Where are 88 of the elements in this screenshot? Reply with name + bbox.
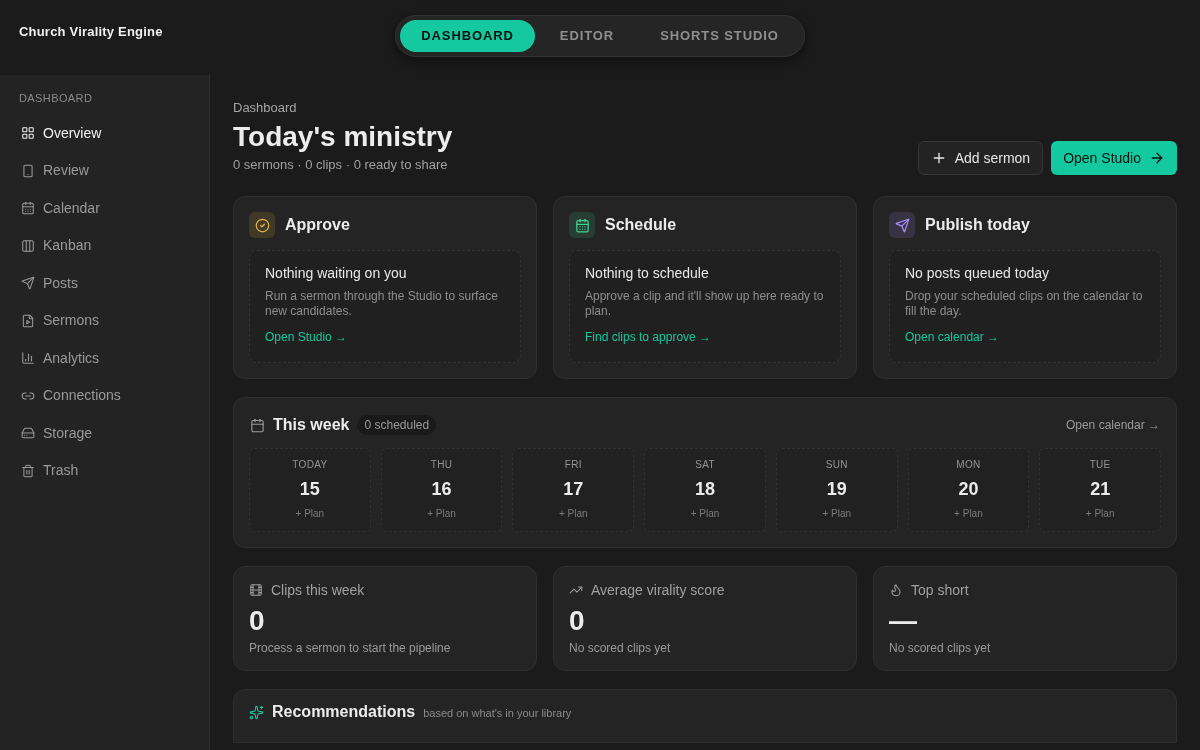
stat-label: Clips this week (271, 581, 365, 599)
card-title: Publish today (925, 215, 1030, 235)
day-tile[interactable]: SUN 19 + Plan (775, 448, 898, 532)
phone-icon (21, 163, 35, 178)
sidebar-item[interactable]: Kanban (0, 227, 209, 265)
calendar-icon (250, 417, 265, 433)
day-label: TODAY (292, 459, 328, 471)
plan-link[interactable]: + Plan (427, 508, 456, 520)
film-icon (249, 583, 263, 597)
sidebar-item[interactable]: Trash (0, 452, 209, 490)
sparkles-icon (249, 704, 264, 720)
nav-tab[interactable]: EDITOR (538, 19, 636, 52)
calendar-icon (21, 201, 35, 216)
stat-value: — (889, 604, 918, 638)
plan-link[interactable]: + Plan (295, 508, 325, 520)
day-tile[interactable]: THU 16 + Plan (380, 448, 503, 532)
empty-state-link[interactable]: Open Studio → (265, 329, 348, 345)
open-studio-button[interactable]: Open Studio (1051, 141, 1177, 175)
card-title: Schedule (605, 215, 677, 235)
sidebar-item[interactable]: Review (0, 152, 209, 190)
grid-icon (21, 126, 35, 141)
plan-link[interactable]: + Plan (954, 508, 983, 520)
day-date: 19 (826, 478, 847, 500)
stat-label: Top short (911, 581, 969, 599)
day-date: 17 (563, 478, 584, 500)
sidebar-item[interactable]: Analytics (0, 339, 209, 377)
day-label: THU (430, 459, 453, 471)
empty-state-title: No posts queued today (905, 264, 1050, 282)
sidebar-item[interactable]: Storage (0, 414, 209, 452)
sidebar-item[interactable]: Posts (0, 264, 209, 302)
stat-value: 0 (249, 604, 266, 638)
sidebar-item[interactable]: Connections (0, 377, 209, 415)
week-title: This week (273, 415, 350, 435)
day-tile[interactable]: TODAY 15 + Plan (249, 448, 371, 532)
bar-chart-icon (21, 351, 35, 366)
plan-link[interactable]: + Plan (1085, 508, 1115, 520)
stat-value: 0 (569, 604, 586, 638)
empty-state-title: Nothing waiting on you (265, 264, 408, 282)
day-date: 16 (431, 478, 452, 500)
empty-state-link[interactable]: Open calendar → (905, 329, 1000, 345)
trash-icon (21, 463, 35, 478)
add-sermon-button[interactable]: Add sermon (917, 141, 1044, 175)
empty-state-title: Nothing to schedule (585, 264, 710, 282)
sidebar-item[interactable]: Overview (0, 114, 209, 152)
sidebar-item[interactable]: Calendar (0, 189, 209, 227)
sidebar-item[interactable]: Sermons (0, 302, 209, 340)
app-title: Church Virality Engine (19, 23, 163, 41)
day-label: FRI (564, 459, 582, 471)
arrow-right-icon (1149, 150, 1165, 166)
day-tile[interactable]: TUE 21 + Plan (1039, 448, 1161, 532)
day-label: TUE (1089, 459, 1111, 471)
plan-link[interactable]: + Plan (558, 508, 588, 520)
day-date: 18 (694, 478, 715, 500)
page-title: Today's ministry (233, 120, 453, 154)
day-date: 15 (299, 478, 320, 500)
scheduled-count-badge: 0 scheduled (357, 415, 437, 435)
sidebar-section-label: DASHBOARD (18, 91, 94, 106)
columns-icon (21, 238, 35, 253)
nav-tab[interactable]: SHORTS STUDIO (639, 19, 800, 52)
stat-note: No scored clips yet (889, 640, 992, 656)
empty-state-text: Approve a clip and it'll show up here ready to plan. (585, 289, 825, 319)
empty-state-text: Drop your scheduled clips on the calendar to fill the day. (905, 289, 1144, 319)
paper-plane-icon (21, 276, 35, 291)
flame-icon (889, 583, 903, 597)
recommendations-subtitle: based on what's in your library (423, 706, 572, 720)
day-label: SUN (825, 459, 848, 471)
recommendations-title: Recommendations (272, 702, 416, 722)
page-subtitle: 0 sermons · 0 clips · 0 ready to share (233, 156, 449, 174)
file-play-icon (21, 313, 35, 328)
day-label: SAT (695, 459, 715, 471)
plan-link[interactable]: + Plan (690, 508, 720, 520)
day-date: 20 (958, 478, 979, 500)
stat-note: No scored clips yet (569, 640, 672, 656)
empty-state-text: Run a sermon through the Studio to surface new candidates. (265, 289, 499, 319)
plan-link[interactable]: + Plan (822, 508, 851, 520)
empty-state-link[interactable]: Find clips to approve → (585, 329, 712, 345)
drive-icon (21, 426, 35, 441)
stat-label: Average virality score (591, 581, 725, 599)
breadcrumb: Dashboard (233, 99, 298, 117)
card-title: Approve (285, 215, 350, 235)
day-tile[interactable]: SAT 18 + Plan (644, 448, 766, 532)
nav-tab[interactable]: DASHBOARD (400, 19, 535, 52)
day-date: 21 (1090, 478, 1111, 500)
stat-note: Process a sermon to start the pipeline (249, 640, 452, 656)
day-tile[interactable]: MON 20 + Plan (907, 448, 1030, 532)
open-calendar-link[interactable]: Open calendar → (1065, 416, 1160, 434)
day-tile[interactable]: FRI 17 + Plan (512, 448, 635, 532)
day-label: MON (956, 459, 981, 471)
